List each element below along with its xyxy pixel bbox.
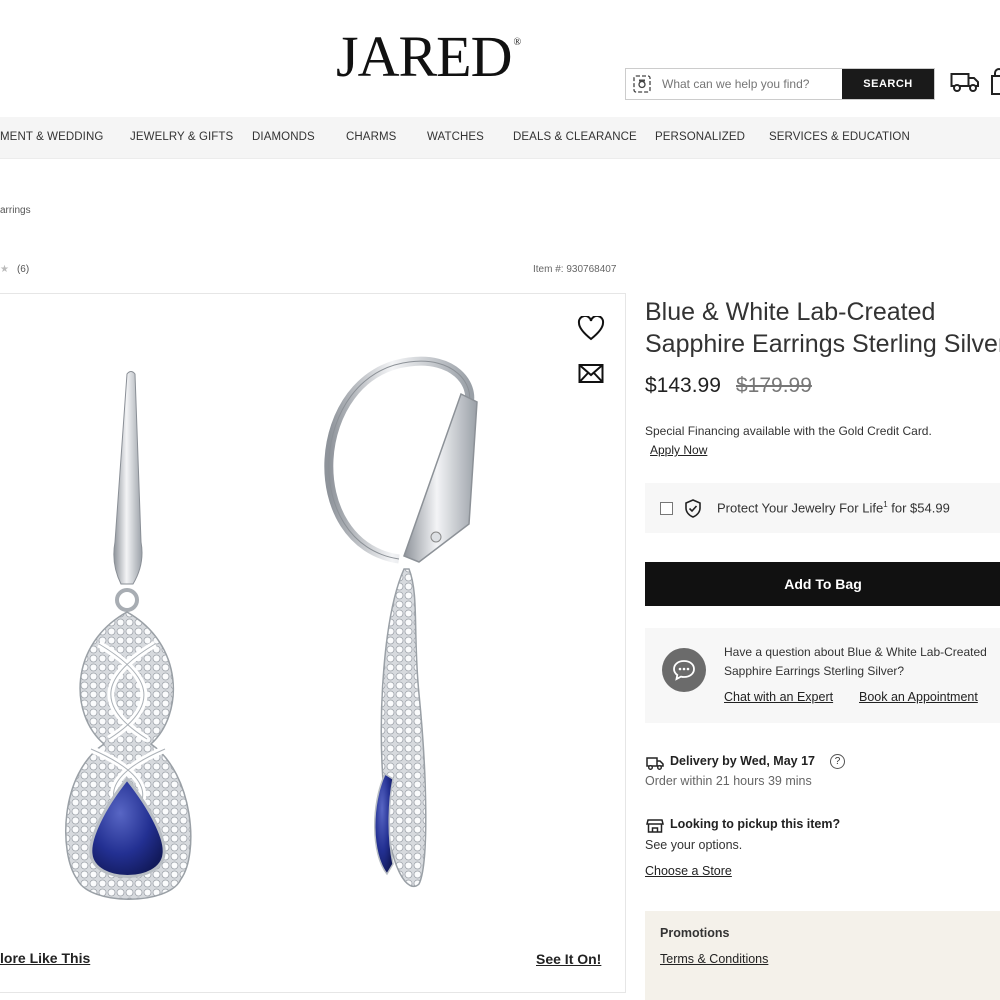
nav-diamonds[interactable]: DIAMONDS bbox=[252, 131, 315, 143]
rating-summary[interactable]: ★ (6) bbox=[0, 264, 29, 275]
book-appointment-link[interactable]: Book an Appointment bbox=[859, 690, 978, 704]
nav-deals-clearance[interactable]: DEALS & CLEARANCE bbox=[513, 131, 637, 143]
product-title: Blue & White Lab-Created Sapphire Earrin… bbox=[645, 296, 1000, 360]
product-title-line-1: Blue & White Lab-Created bbox=[645, 298, 936, 326]
review-count: (6) bbox=[16, 264, 30, 275]
earrings-product-image bbox=[65, 356, 478, 900]
delivery-date: Delivery by Wed, May 17 bbox=[670, 754, 815, 768]
item-number: Item #: 930768407 bbox=[533, 264, 617, 275]
apply-now-link[interactable]: Apply Now bbox=[650, 443, 707, 457]
promotions-heading: Promotions bbox=[660, 926, 730, 940]
nav-engagement-wedding[interactable]: MENT & WEDDING bbox=[0, 131, 103, 143]
protection-plan-label[interactable]: Protect Your Jewelry For Life1 for $54.9… bbox=[717, 500, 950, 515]
financing-text: Special Financing available with the Gol… bbox=[645, 424, 932, 438]
search-bar: SEARCH bbox=[625, 68, 935, 100]
nav-watches[interactable]: WATCHES bbox=[427, 131, 484, 143]
sale-price: $143.99 bbox=[645, 374, 721, 397]
nav-jewelry-gifts[interactable]: JEWELRY & GIFTS bbox=[130, 131, 233, 143]
camera-search-icon[interactable] bbox=[626, 69, 658, 99]
help-icon[interactable]: ? bbox=[830, 754, 845, 769]
nav-personalized[interactable]: PERSONALIZED bbox=[655, 131, 745, 143]
nav-services-education[interactable]: SERVICES & EDUCATION bbox=[769, 131, 910, 143]
see-it-on-link[interactable]: See It On! bbox=[536, 951, 601, 967]
store-icon bbox=[646, 818, 664, 839]
pickup-options-text: See your options. bbox=[645, 838, 743, 852]
delivery-truck-small-icon bbox=[646, 756, 664, 775]
shield-check-icon bbox=[684, 499, 702, 523]
star-icon: ★ bbox=[0, 264, 9, 275]
original-price: $179.99 bbox=[736, 374, 812, 397]
heart-icon[interactable] bbox=[577, 314, 605, 347]
product-title-line-2: Sapphire Earrings Sterling Silver bbox=[645, 330, 1000, 358]
search-input[interactable] bbox=[658, 69, 842, 99]
product-image-gallery[interactable] bbox=[0, 293, 626, 993]
main-navigation: MENT & WEDDING JEWELRY & GIFTS DIAMONDS … bbox=[0, 117, 1000, 159]
shopping-bag-icon[interactable] bbox=[990, 68, 1000, 101]
more-like-this-link[interactable]: lore Like This bbox=[0, 950, 90, 966]
nav-charms[interactable]: CHARMS bbox=[346, 131, 396, 143]
jared-logo[interactable]: JARED ® bbox=[336, 28, 521, 86]
delivery-truck-icon[interactable] bbox=[950, 70, 980, 99]
search-button[interactable]: SEARCH bbox=[842, 69, 934, 99]
envelope-icon[interactable] bbox=[578, 363, 604, 390]
order-cutoff: Order within 21 hours 39 mins bbox=[645, 774, 812, 788]
pickup-heading: Looking to pickup this item? bbox=[670, 817, 841, 831]
add-to-bag-button[interactable]: Add To Bag bbox=[645, 562, 1000, 606]
terms-conditions-link[interactable]: Terms & Conditions bbox=[660, 952, 768, 966]
chat-with-expert-link[interactable]: Chat with an Expert bbox=[724, 690, 833, 704]
protection-checkbox[interactable] bbox=[660, 502, 673, 515]
chat-bubble-icon bbox=[662, 648, 706, 692]
expert-question-text: Have a question about Blue & White Lab-C… bbox=[724, 645, 987, 678]
registered-mark: ® bbox=[513, 37, 521, 48]
choose-store-link[interactable]: Choose a Store bbox=[645, 864, 732, 878]
breadcrumb[interactable]: arrings bbox=[0, 205, 31, 216]
